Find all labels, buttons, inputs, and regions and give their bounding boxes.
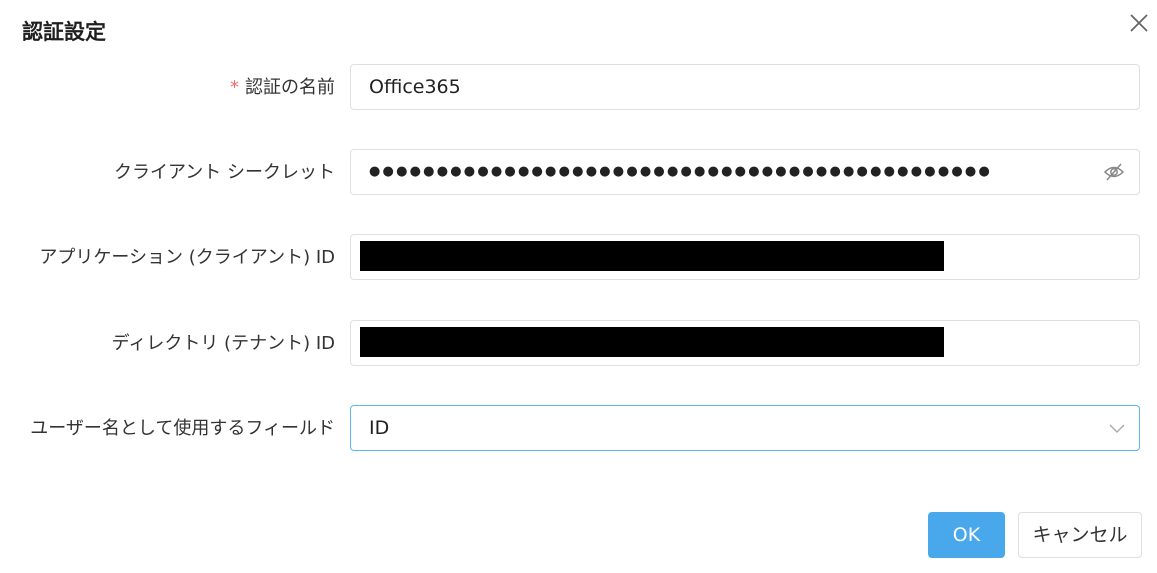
chevron-down-icon [1109, 424, 1125, 433]
username-field-label: ユーザー名として使用するフィールド [30, 418, 335, 439]
auth-name-input[interactable]: Office365 [350, 64, 1140, 110]
directory-id-label: ディレクトリ (テナント) ID [111, 333, 335, 354]
client-secret-value: ●●●●●●●●●●●●●●●●●●●●●●●●●●●●●●●●●●●●●●●●… [369, 164, 992, 179]
ok-button[interactable]: OK [928, 512, 1005, 558]
auth-name-value: Office365 [369, 76, 461, 98]
eye-off-icon[interactable] [1103, 162, 1125, 182]
client-secret-row: クライアント シークレット ●●●●●●●●●●●●●●●●●●●●●●●●●●… [0, 149, 1157, 197]
auth-name-label-text: 認証の名前 [245, 77, 335, 98]
cancel-button[interactable]: キャンセル [1018, 512, 1142, 558]
directory-id-row: ディレクトリ (テナント) ID [0, 320, 1157, 368]
username-field-row: ユーザー名として使用するフィールド ID [0, 405, 1157, 453]
dialog-title: 認証設定 [22, 20, 106, 44]
auth-name-label: * 認証の名前 [230, 64, 335, 112]
required-mark: * [230, 77, 239, 98]
application-id-label: アプリケーション (クライアント) ID [39, 247, 335, 268]
username-field-select[interactable]: ID [350, 405, 1140, 451]
close-icon[interactable] [1126, 10, 1152, 36]
client-secret-label: クライアント シークレット [113, 162, 335, 183]
redacted-value [360, 327, 944, 357]
application-id-input[interactable] [350, 234, 1140, 280]
redacted-value [360, 241, 944, 271]
auth-name-row: * 認証の名前 Office365 [0, 64, 1157, 112]
application-id-row: アプリケーション (クライアント) ID [0, 234, 1157, 282]
directory-id-input[interactable] [350, 320, 1140, 366]
username-field-value: ID [369, 417, 390, 439]
client-secret-input[interactable]: ●●●●●●●●●●●●●●●●●●●●●●●●●●●●●●●●●●●●●●●●… [350, 149, 1140, 195]
